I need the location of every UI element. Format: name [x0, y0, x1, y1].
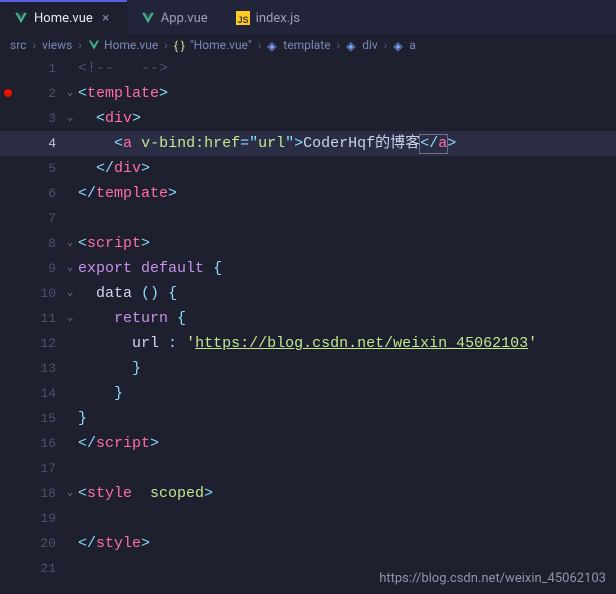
code-line: 13 } — [0, 356, 616, 381]
fold-icon[interactable]: ⌄ — [62, 306, 78, 331]
breakpoint-icon[interactable] — [4, 89, 12, 97]
code-line: 7 — [0, 206, 616, 231]
breadcrumb-template[interactable]: ◈ template — [267, 38, 330, 52]
fold-icon[interactable]: ⌄ — [62, 281, 78, 306]
code-line: 18 ⌄ <style scoped> — [0, 481, 616, 506]
chevron-right-icon: › — [164, 38, 168, 52]
block-icon: ◈ — [393, 39, 405, 51]
breadcrumb-src[interactable]: src — [10, 38, 26, 52]
chevron-right-icon: › — [337, 38, 341, 52]
code-line: 1 <!-- --> — [0, 56, 616, 81]
fold-icon[interactable]: ⌄ — [62, 231, 78, 256]
chevron-right-icon: › — [32, 38, 36, 52]
breadcrumb-scope[interactable]: { } "Home.vue" — [174, 38, 252, 52]
fold-icon[interactable]: ⌄ — [62, 481, 78, 506]
fold-icon[interactable]: ⌄ — [62, 81, 78, 106]
tab-label: index.js — [256, 11, 300, 26]
code-line: 8 ⌄ <script> — [0, 231, 616, 256]
code-line: 5 </div> — [0, 156, 616, 181]
chevron-right-icon: › — [258, 38, 262, 52]
chevron-right-icon: › — [384, 38, 388, 52]
breadcrumb-div[interactable]: ◈ div — [346, 38, 378, 52]
tab-app-vue[interactable]: App.vue — [127, 0, 222, 34]
tab-label: Home.vue — [34, 11, 93, 26]
code-line: 2 ⌄ <template> — [0, 81, 616, 106]
code-line: 14 } — [0, 381, 616, 406]
code-line: 17 — [0, 456, 616, 481]
vue-icon — [141, 11, 155, 25]
code-line: 19 — [0, 506, 616, 531]
breadcrumb-bar: src › views › Home.vue › { } "Home.vue" … — [0, 34, 616, 56]
code-line: 12 url : 'https://blog.csdn.net/weixin_4… — [0, 331, 616, 356]
braces-icon: { } — [174, 39, 186, 51]
vue-icon — [88, 39, 100, 51]
tab-bar: Home.vue × App.vue JS index.js — [0, 0, 616, 34]
breadcrumb-a[interactable]: ◈ a — [393, 38, 416, 52]
tab-label: App.vue — [161, 11, 208, 26]
code-line: 6 </template> — [0, 181, 616, 206]
code-line-current: 4 <a v-bind:href="url">CoderHqf的博客</a> — [0, 131, 616, 156]
close-icon[interactable]: × — [99, 11, 113, 26]
vue-icon — [14, 11, 28, 25]
fold-icon[interactable]: ⌄ — [62, 106, 78, 131]
block-icon: ◈ — [346, 39, 358, 51]
breadcrumb-file[interactable]: Home.vue — [88, 38, 158, 52]
tab-index-js[interactable]: JS index.js — [222, 0, 314, 34]
code-line: 20 </style> — [0, 531, 616, 556]
breadcrumb-views[interactable]: views — [42, 38, 72, 52]
block-icon: ◈ — [267, 39, 279, 51]
code-line: 9 ⌄ export default { — [0, 256, 616, 281]
tab-home-vue[interactable]: Home.vue × — [0, 0, 127, 34]
code-line: 10 ⌄ data () { — [0, 281, 616, 306]
code-line: 11 ⌄ return { — [0, 306, 616, 331]
chevron-right-icon: › — [78, 38, 82, 52]
code-line: 3 ⌄ <div> — [0, 106, 616, 131]
code-line: 15 } — [0, 406, 616, 431]
fold-icon[interactable]: ⌄ — [62, 256, 78, 281]
js-icon: JS — [236, 11, 250, 25]
code-line: 16 </script> — [0, 431, 616, 456]
watermark-text: https://blog.csdn.net/weixin_45062103 — [379, 571, 606, 586]
code-editor[interactable]: 1 <!-- --> 2 ⌄ <template> 3 ⌄ <div> 4 <a… — [0, 56, 616, 581]
